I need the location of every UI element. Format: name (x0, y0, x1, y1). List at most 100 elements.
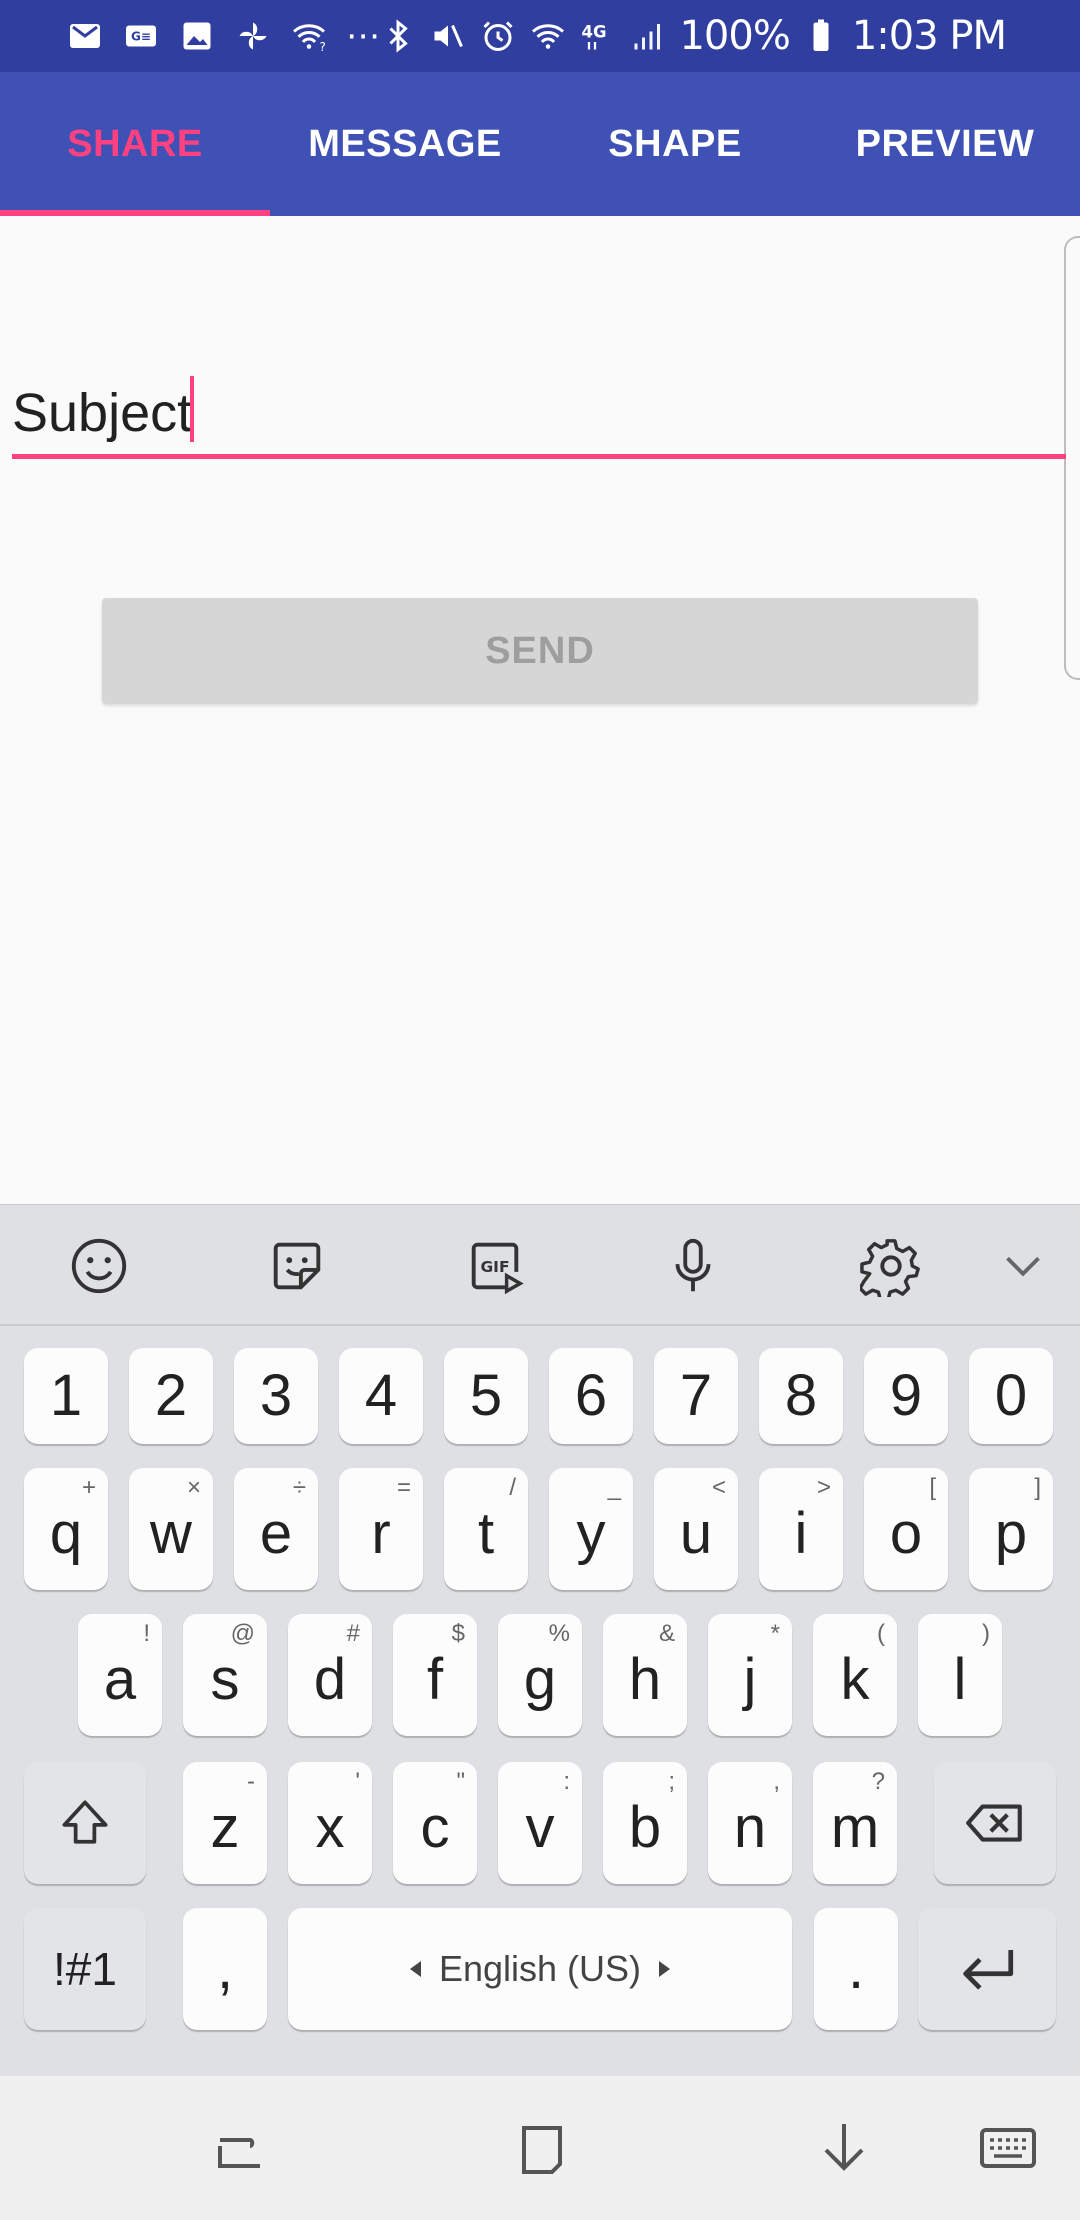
key-l-secondary: ) (982, 1620, 990, 1647)
subject-input[interactable] (12, 370, 1066, 456)
gif-icon[interactable]: GIF (462, 1233, 528, 1299)
space-label: English (US) (438, 1948, 642, 1989)
key-8[interactable]: 8 (759, 1348, 843, 1444)
enter-key[interactable] (918, 1908, 1056, 2030)
key-0[interactable]: 0 (969, 1348, 1053, 1444)
key-f[interactable]: f $ (393, 1614, 477, 1736)
clock: 1:03 PM (851, 13, 1007, 59)
space-key[interactable]: English (US) (288, 1908, 792, 2030)
key-n[interactable]: n, (708, 1762, 792, 1884)
key-p[interactable]: p] (969, 1468, 1053, 1590)
tab-preview[interactable]: PREVIEW (810, 72, 1080, 216)
microphone-icon[interactable] (660, 1233, 726, 1299)
language-next-icon (659, 1961, 671, 1977)
key-5[interactable]: 5 (444, 1348, 528, 1444)
key-4[interactable]: 4 (339, 1348, 423, 1444)
subject-underline (12, 454, 1066, 459)
key-t[interactable]: t / (444, 1468, 528, 1590)
key-r[interactable]: r = (339, 1468, 423, 1590)
key-3-label: 3 (259, 1363, 293, 1428)
key-b[interactable]: b; (603, 1762, 687, 1884)
key-i[interactable]: i > (759, 1468, 843, 1590)
key-u[interactable]: u < (654, 1468, 738, 1590)
side-panel-handle[interactable] (1064, 236, 1080, 680)
svg-text:?: ? (320, 40, 326, 54)
key-q-secondary: + (81, 1474, 96, 1501)
back-icon[interactable] (808, 2112, 880, 2184)
key-e-label: e (259, 1501, 293, 1566)
shift-key[interactable] (24, 1762, 146, 1884)
key-d[interactable]: d # (288, 1614, 372, 1736)
key-2[interactable]: 2 (129, 1348, 213, 1444)
key-v-secondary: : (563, 1768, 570, 1795)
key-2-label: 2 (154, 1363, 188, 1428)
key-c-secondary: " (456, 1768, 465, 1795)
key-l[interactable]: l) (918, 1614, 1002, 1736)
home-icon[interactable] (504, 2112, 576, 2184)
key-3[interactable]: 3 (234, 1348, 318, 1444)
settings-gear-icon[interactable] (858, 1233, 924, 1299)
key-g[interactable]: g% (498, 1614, 582, 1736)
key-a[interactable]: a! (78, 1614, 162, 1736)
key-h-secondary: & (658, 1620, 675, 1647)
tab-message[interactable]: MESSAGE (270, 72, 540, 216)
key-y[interactable]: y _ (549, 1468, 633, 1590)
keyboard: GIF 1 2 3 4 5 6 7 8 9 0 q + w × e ÷ r = t / y _ u < i > o[p] a! s @ d #… (0, 1204, 1080, 2076)
key-p-secondary: ] (1034, 1474, 1041, 1501)
alarm-icon (479, 17, 517, 55)
send-button[interactable]: SEND (102, 598, 978, 704)
comma-key[interactable]: , (183, 1908, 267, 2030)
keyboard-switch-icon[interactable] (972, 2112, 1044, 2184)
tab-share[interactable]: SHARE (0, 72, 270, 216)
key-z[interactable]: z- (183, 1762, 267, 1884)
emoji-icon[interactable] (66, 1233, 132, 1299)
gmail-icon (66, 17, 104, 55)
key-e[interactable]: e ÷ (234, 1468, 318, 1590)
active-tab-indicator (0, 210, 270, 216)
key-u-secondary: < (711, 1474, 726, 1501)
period-key[interactable]: . (814, 1908, 898, 2030)
key-b-label: b (628, 1795, 662, 1860)
key-h-label: h (628, 1647, 662, 1712)
key-6[interactable]: 6 (549, 1348, 633, 1444)
key-7[interactable]: 7 (654, 1348, 738, 1444)
key-w[interactable]: w × (129, 1468, 213, 1590)
sticker-icon[interactable] (264, 1233, 330, 1299)
backspace-key[interactable] (934, 1762, 1056, 1884)
key-x[interactable]: x ' (288, 1762, 372, 1884)
key-1[interactable]: 1 (24, 1348, 108, 1444)
key-n-secondary: , (773, 1768, 780, 1795)
key-9[interactable]: 9 (864, 1348, 948, 1444)
symbols-key[interactable]: !#1 (24, 1908, 146, 2030)
key-f-secondary: $ (451, 1620, 465, 1647)
key-6-label: 6 (574, 1363, 608, 1428)
key-w-label: w (150, 1501, 192, 1566)
key-c[interactable]: c " (393, 1762, 477, 1884)
key-4-label: 4 (364, 1363, 398, 1428)
key-k-secondary: ( (877, 1620, 885, 1647)
key-n-label: n (733, 1795, 767, 1860)
key-v-label: v (525, 1795, 555, 1860)
key-j-label: j (743, 1647, 757, 1712)
key-q[interactable]: q + (24, 1468, 108, 1590)
key-s[interactable]: s @ (183, 1614, 267, 1736)
key-j[interactable]: j * (708, 1614, 792, 1736)
key-m[interactable]: m? (813, 1762, 897, 1884)
card-icon: G≡ (122, 17, 160, 55)
key-v[interactable]: v: (498, 1762, 582, 1884)
bluetooth-icon (379, 17, 417, 55)
tab-shape[interactable]: SHAPE (540, 72, 810, 216)
key-t-secondary: / (509, 1474, 516, 1501)
subject-field[interactable] (12, 370, 1066, 460)
key-d-secondary: # (346, 1620, 360, 1647)
key-o[interactable]: o[ (864, 1468, 948, 1590)
enter-icon (963, 1950, 1014, 1990)
chevron-down-icon[interactable] (990, 1233, 1056, 1299)
key-k[interactable]: k( (813, 1614, 897, 1736)
key-e-secondary: ÷ (292, 1474, 306, 1501)
key-h[interactable]: h & (603, 1614, 687, 1736)
status-bar-left: G≡ ? ⋯ (66, 0, 382, 72)
recents-icon[interactable] (204, 2112, 276, 2184)
text-cursor (190, 376, 194, 442)
key-a-label: a (103, 1647, 137, 1712)
